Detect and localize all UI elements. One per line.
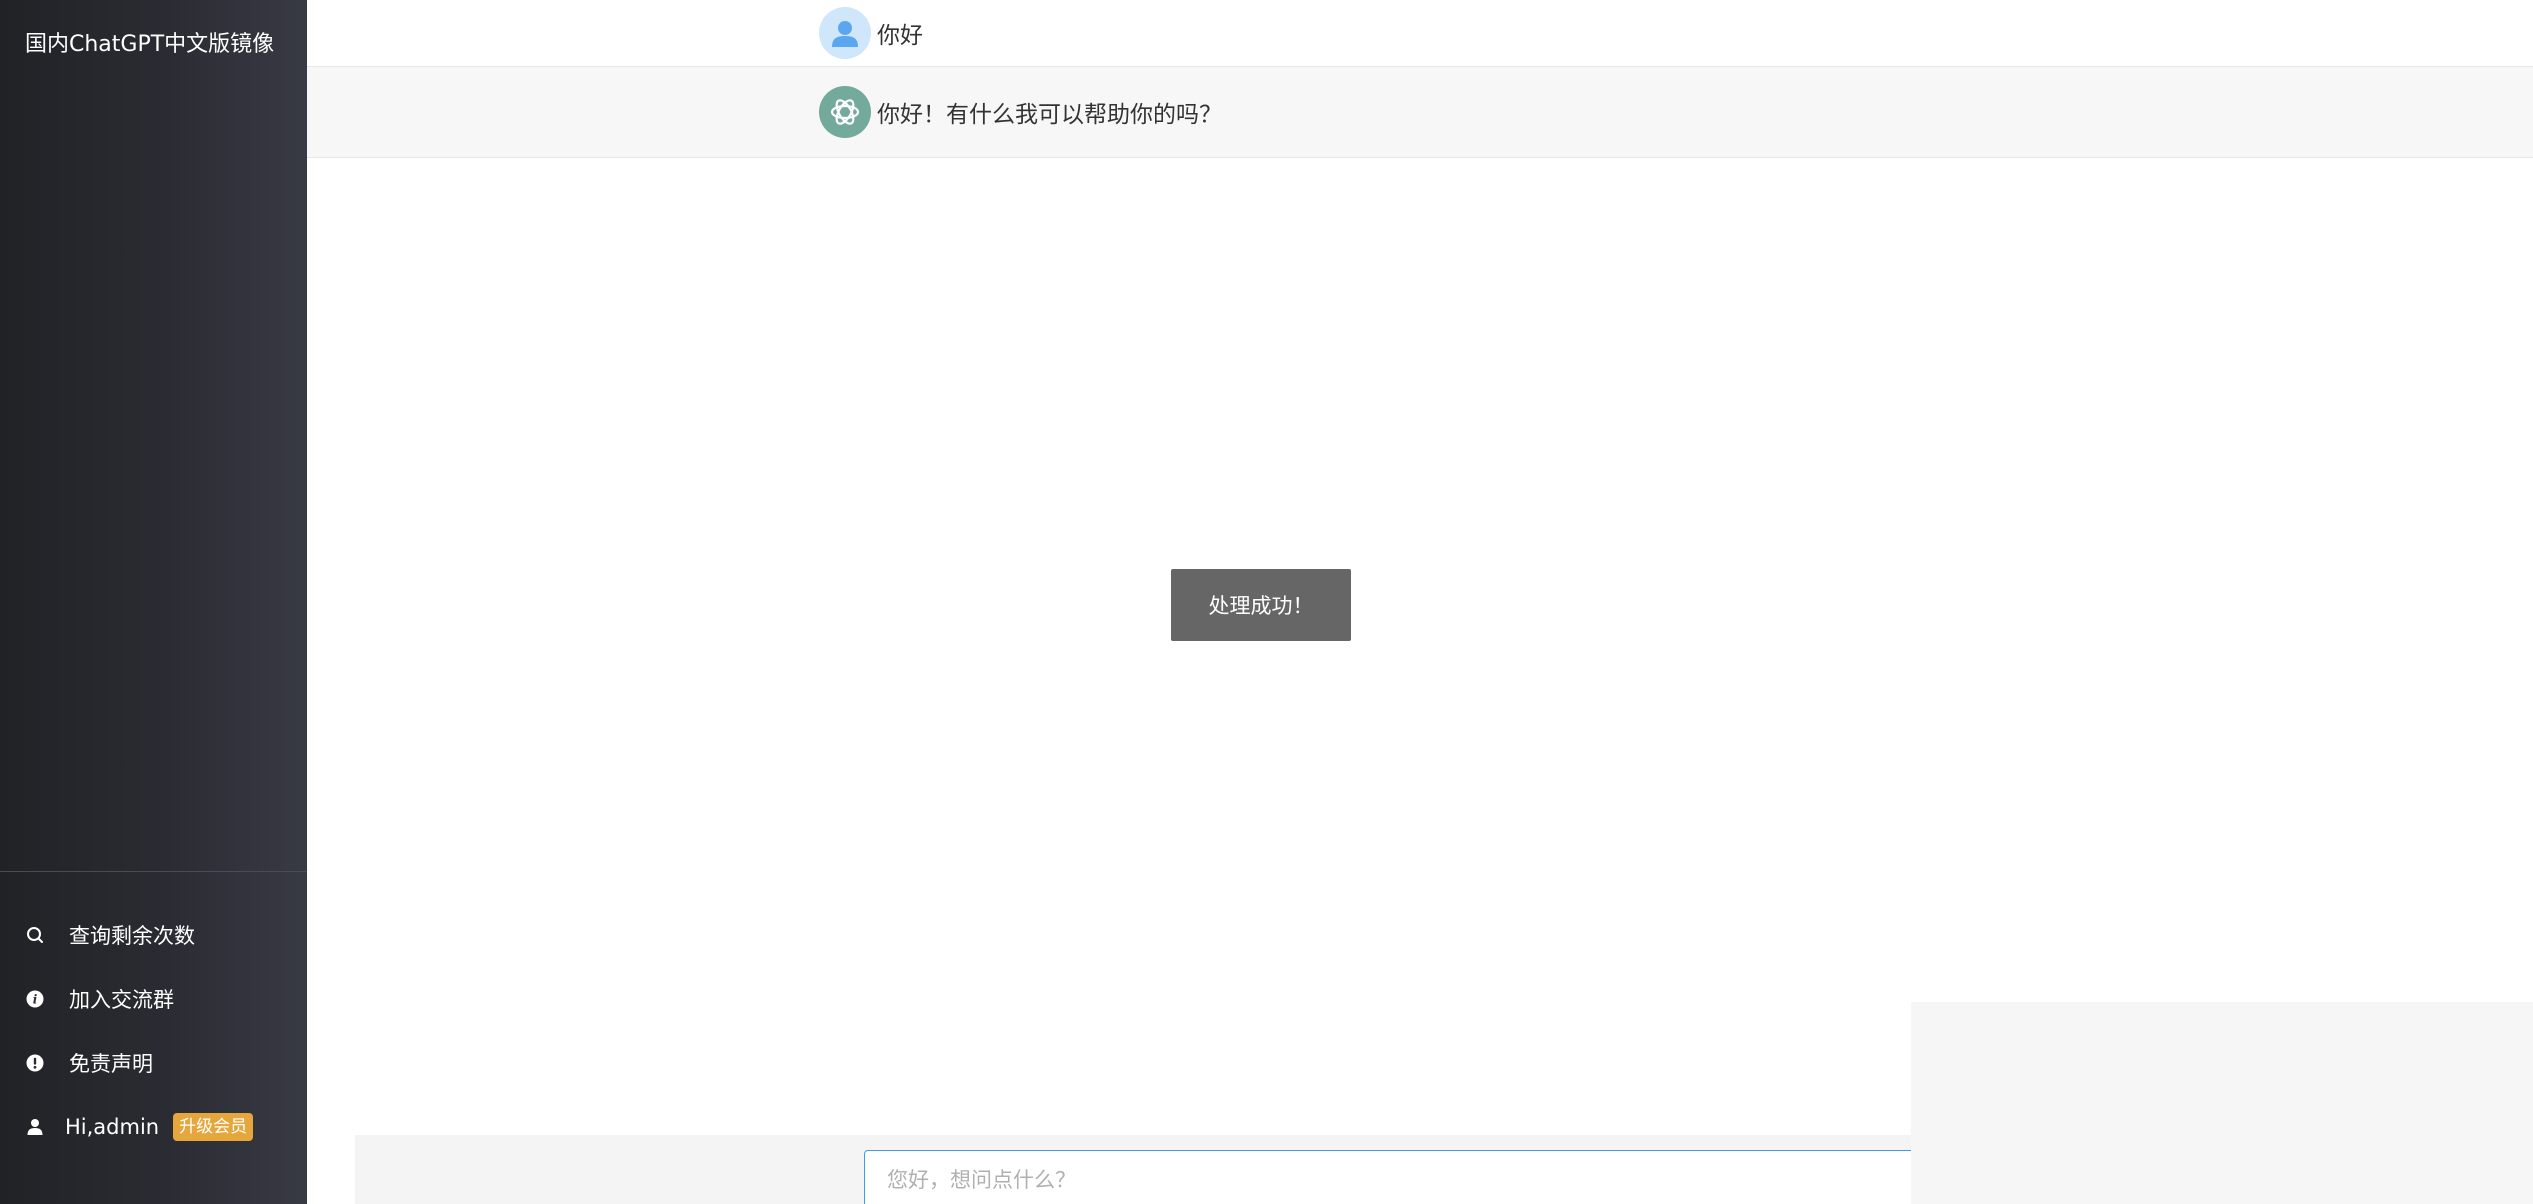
openai-logo-icon [830, 99, 860, 125]
assistant-avatar [819, 86, 871, 138]
user-menu[interactable]: Hi,admin 升级会员 [0, 1095, 307, 1159]
upgrade-vip-badge[interactable]: 升级会员 [173, 1113, 254, 1141]
menu-item-join-group[interactable]: i 加入交流群 [0, 967, 307, 1031]
menu-item-label: 查询剩余次数 [69, 924, 195, 948]
side-panel [1911, 1002, 2533, 1204]
chat-message-user: 你好 [307, 0, 2533, 67]
menu-item-label: 加入交流群 [69, 988, 174, 1012]
message-text: 你好 [877, 23, 923, 49]
chat-input[interactable] [864, 1150, 1914, 1204]
info-icon: i [25, 989, 45, 1009]
chat-main: 你好 你好！有什么我可以帮助你的吗？ 处理成功！ [307, 0, 2533, 1204]
menu-item-query-remaining[interactable]: 查询剩余次数 [0, 903, 307, 967]
user-avatar-icon [832, 21, 858, 47]
sidebar-menu: 查询剩余次数 i 加入交流群 免责声明 Hi,admin 升级会员 [0, 903, 307, 1159]
user-greeting: Hi,admin [65, 1115, 160, 1139]
menu-item-disclaimer[interactable]: 免责声明 [0, 1031, 307, 1095]
user-icon [25, 1117, 45, 1137]
chat-message-assistant: 你好！有什么我可以帮助你的吗？ [307, 67, 2533, 158]
user-avatar [819, 7, 871, 59]
app-title: 国内ChatGPT中文版镜像 [25, 32, 275, 57]
sidebar-divider [0, 871, 307, 872]
toast-notification: 处理成功！ [1171, 569, 1351, 641]
menu-item-label: 免责声明 [69, 1052, 153, 1076]
svg-text:i: i [33, 993, 38, 1007]
search-icon [25, 925, 45, 945]
exclamation-icon [25, 1053, 45, 1073]
sidebar: 国内ChatGPT中文版镜像 查询剩余次数 i 加入交流群 免责声明 Hi,ad… [0, 0, 307, 1204]
message-text: 你好！有什么我可以帮助你的吗？ [877, 102, 1222, 128]
